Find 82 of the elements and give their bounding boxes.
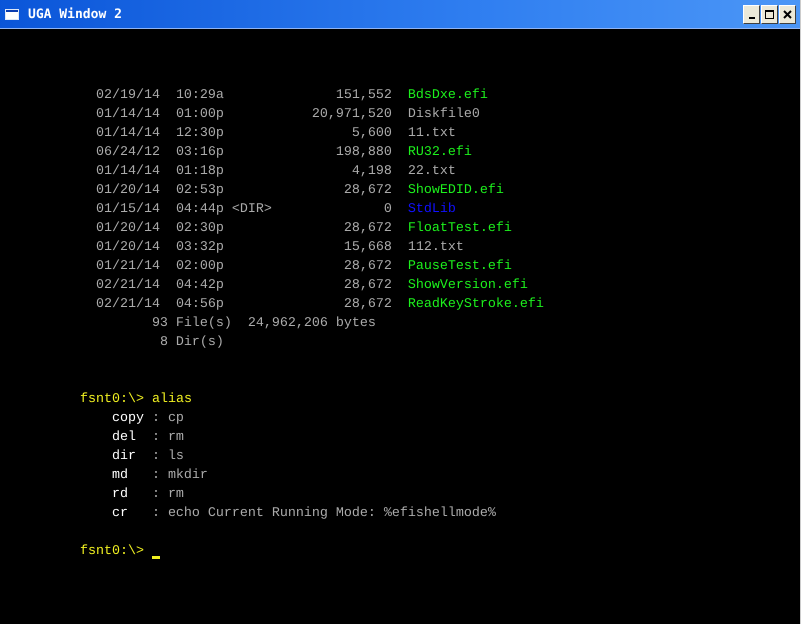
- summary-label: Dir(s): [176, 334, 225, 352]
- file-name[interactable]: 112.txt: [408, 238, 464, 257]
- file-name[interactable]: 11.txt: [408, 124, 456, 143]
- file-size: 20,971,520: [312, 107, 392, 122]
- file-time: 03:16p: [176, 144, 224, 162]
- alias-separator: :: [152, 467, 160, 485]
- file-date: 01/20/14: [96, 239, 160, 257]
- shell-command: alias: [152, 391, 192, 409]
- file-size: 151,552: [336, 88, 392, 103]
- file-date: 01/14/14: [96, 106, 160, 124]
- alias-value: rm: [168, 429, 184, 447]
- file-name[interactable]: ReadKeyStroke.efi: [408, 295, 544, 314]
- minimize-button[interactable]: [743, 4, 760, 24]
- alias-separator: :: [152, 505, 160, 523]
- close-button[interactable]: [779, 4, 796, 24]
- alias-name: md: [112, 468, 128, 483]
- file-date: 06/24/12: [96, 144, 160, 162]
- alias-separator: :: [152, 429, 160, 447]
- file-time: 04:42p: [176, 277, 224, 295]
- file-date: 02/21/14: [96, 296, 160, 314]
- file-time: 01:18p: [176, 163, 224, 181]
- file-time: 02:53p: [176, 182, 224, 200]
- file-date: 01/21/14: [96, 258, 160, 276]
- summary-total: 24,962,206 bytes: [248, 315, 376, 333]
- alias-value: cp: [168, 410, 184, 428]
- file-name[interactable]: FloatTest.efi: [408, 219, 512, 238]
- summary-count: 93: [152, 316, 168, 331]
- file-time: 01:00p: [176, 106, 224, 124]
- file-time: 03:32p: [176, 239, 224, 257]
- file-size: 28,672: [344, 221, 392, 236]
- file-size: 15,668: [344, 240, 392, 255]
- file-name[interactable]: BdsDxe.efi: [408, 86, 488, 105]
- minimize-icon: [748, 16, 754, 18]
- file-date: 01/14/14: [96, 163, 160, 181]
- file-size: 28,672: [344, 278, 392, 293]
- alias-separator: :: [152, 486, 160, 504]
- file-date: 01/20/14: [96, 182, 160, 200]
- alias-value: echo Current Running Mode: %efishellmode%: [168, 505, 496, 523]
- window-title: UGA Window 2: [28, 6, 123, 22]
- shell-prompt: fsnt0:\>: [80, 391, 144, 409]
- file-time: 04:44p: [176, 201, 224, 219]
- file-name[interactable]: RU32.efi: [408, 143, 472, 162]
- file-time: 12:30p: [176, 125, 224, 143]
- maximize-icon: [764, 8, 775, 20]
- file-name[interactable]: ShowVersion.efi: [408, 276, 528, 295]
- file-name[interactable]: Diskfile0: [408, 105, 480, 124]
- window-icon: [5, 8, 19, 20]
- summary-label: File(s): [176, 315, 232, 333]
- file-size: 5,600: [352, 126, 392, 141]
- maximize-button[interactable]: [761, 4, 778, 24]
- file-size: 4,198: [352, 164, 392, 179]
- alias-name: del: [112, 430, 136, 445]
- alias-name: cr: [112, 506, 128, 521]
- file-size: 0: [384, 202, 392, 217]
- file-date: 01/20/14: [96, 220, 160, 238]
- alias-value: ls: [168, 448, 184, 466]
- dir-tag: <DIR>: [232, 202, 272, 217]
- file-date: 02/19/14: [96, 87, 160, 105]
- alias-value: rm: [168, 486, 184, 504]
- file-time: 10:29a: [176, 87, 224, 105]
- file-name[interactable]: PauseTest.efi: [408, 257, 512, 276]
- alias-value: mkdir: [168, 467, 208, 485]
- file-name[interactable]: 22.txt: [408, 162, 456, 181]
- file-time: 02:30p: [176, 220, 224, 238]
- alias-name: copy: [112, 411, 144, 426]
- summary-count: 8: [160, 335, 168, 350]
- file-date: 02/21/14: [96, 277, 160, 295]
- file-time: 04:56p: [176, 296, 224, 314]
- shell-prompt: fsnt0:\>: [80, 543, 144, 561]
- alias-separator: :: [152, 448, 160, 466]
- file-name[interactable]: ShowEDID.efi: [408, 181, 504, 200]
- alias-name: dir: [112, 449, 136, 464]
- alias-separator: :: [152, 410, 160, 428]
- file-date: 01/14/14: [96, 125, 160, 143]
- file-date: 01/15/14: [96, 201, 160, 219]
- file-size: 28,672: [344, 183, 392, 198]
- file-size: 198,880: [336, 145, 392, 160]
- close-icon: [782, 8, 793, 20]
- alias-name: rd: [112, 487, 128, 502]
- file-size: 28,672: [344, 259, 392, 274]
- file-time: 02:00p: [176, 258, 224, 276]
- file-size: 28,672: [344, 297, 392, 312]
